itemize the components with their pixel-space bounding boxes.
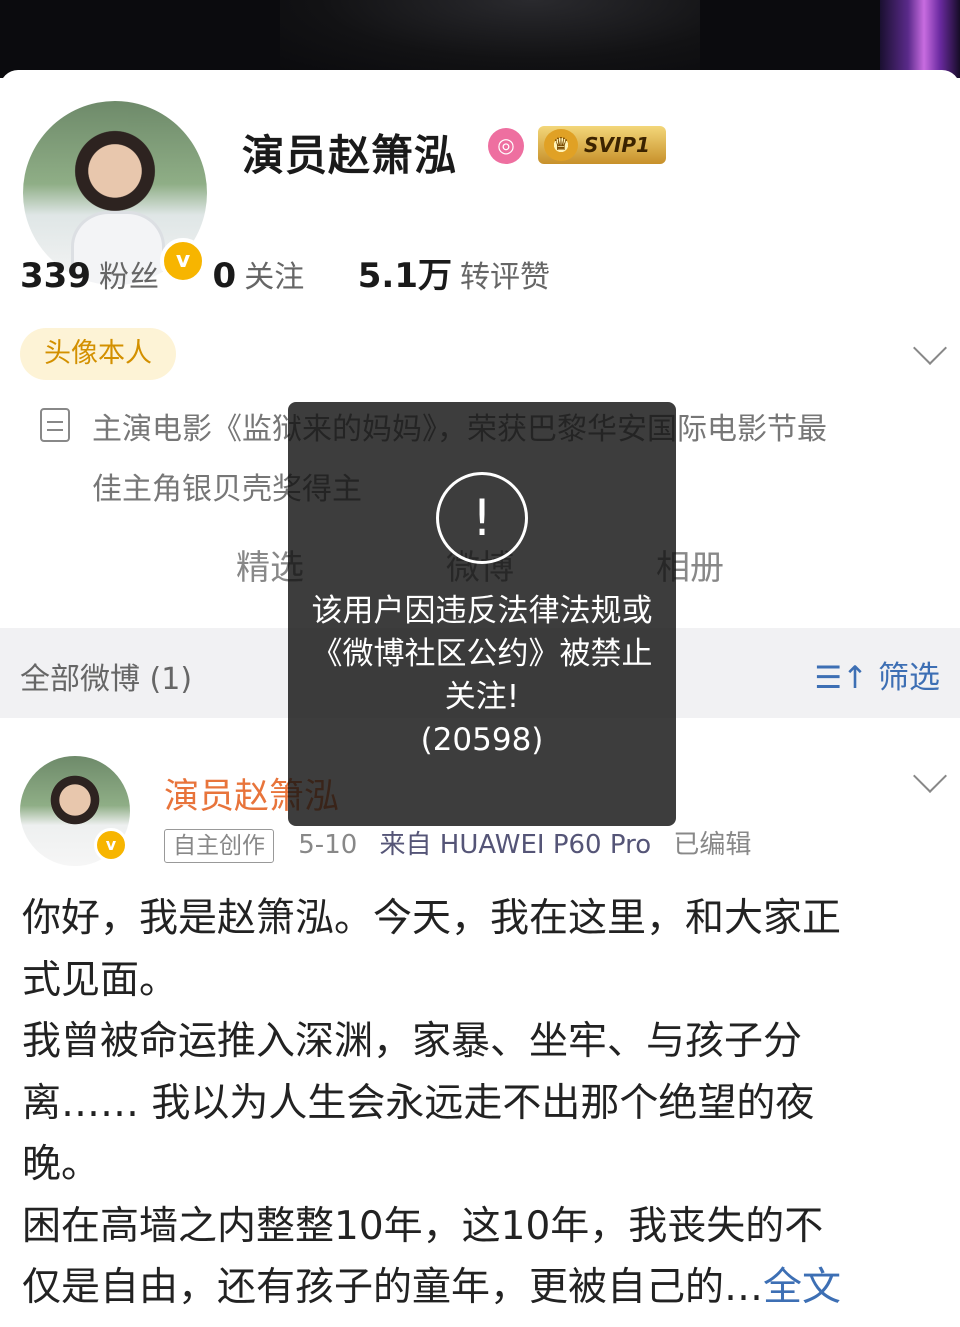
svip-badge[interactable]: ♛ SVIP1 [538, 126, 666, 164]
filter-sort-icon: ☰↑ [814, 660, 869, 696]
stat-engagement[interactable]: 5.1万 转评赞 [358, 248, 550, 297]
stat-label: 转评赞 [459, 260, 550, 295]
stat-label: 关注 [244, 260, 305, 295]
read-more-link[interactable]: 全文 [763, 1265, 841, 1310]
post-line: 离…… 我以为人生会永远走不出那个绝望的夜 [22, 1080, 815, 1126]
filter-button[interactable]: ☰↑ 筛选 [814, 652, 940, 697]
exclamation-circle-icon: ! [436, 472, 528, 564]
cover-stage-light [880, 0, 960, 78]
profile-stats: 339 粉丝 0 关注 5.1万 转评赞 [20, 248, 594, 297]
document-icon [40, 408, 70, 442]
profile-tag[interactable]: 头像本人 [20, 328, 176, 380]
stat-following[interactable]: 0 关注 [213, 252, 305, 296]
lens-icon[interactable]: ◎ [488, 128, 524, 164]
chevron-down-icon[interactable] [913, 759, 947, 793]
profile-cover-image [0, 0, 960, 78]
blocked-toast: ! 该用户因违反法律法规或《微博社区公约》被禁止关注! (20598) [288, 402, 676, 826]
post-date: 5-10 [298, 830, 358, 860]
stat-value: 5.1万 [357, 256, 452, 296]
toast-text: 该用户因违反法律法规或《微博社区公约》被禁止关注! (20598) [308, 590, 656, 762]
chevron-down-icon[interactable] [913, 331, 947, 365]
original-badge: 自主创作 [164, 829, 274, 863]
post-line: 式见面。 [22, 957, 179, 1003]
post-line: 晚。 [22, 1142, 101, 1187]
post-line: 仅是自由，还有孩子的童年，更被自己的… [22, 1265, 764, 1310]
post-content[interactable]: 你好，我是赵箫泓。今天，我在这里，和大家正 式见面。 我曾被命运推入深渊，家暴、… [22, 888, 938, 1319]
crown-icon: ♛ [544, 129, 578, 161]
filter-label: 筛选 [878, 660, 940, 696]
stat-label: 粉丝 [98, 260, 159, 295]
svip-label: SVIP1 [584, 133, 650, 157]
post-source: 来自 HUAWEI P60 Pro [379, 830, 652, 860]
cover-shape [280, 0, 700, 70]
post-line: 困在高墙之内整整10年，这10年，我丧失的不 [22, 1203, 824, 1249]
profile-name: 演员赵箫泓 [242, 131, 458, 180]
verified-v-icon: v [94, 828, 128, 862]
post-line: 我曾被命运推入深渊，家暴、坐牢、与孩子分 [22, 1019, 803, 1064]
post-meta: 自主创作 5-10 来自 HUAWEI P60 Pro 已编辑 [164, 824, 765, 863]
stat-value: 339 [20, 256, 91, 296]
post-line-last: 仅是自由，还有孩子的童年，更被自己的…全文 [22, 1257, 938, 1319]
stat-fans[interactable]: 339 粉丝 [20, 252, 159, 296]
all-posts-count[interactable]: 全部微博 (1) [20, 654, 192, 698]
toast-message: 该用户因违反法律法规或《微博社区公约》被禁止关注! [311, 593, 653, 715]
post-edited: 已编辑 [673, 830, 752, 860]
stat-value: 0 [212, 256, 237, 296]
toast-code: (20598) [420, 722, 544, 758]
post-line: 你好，我是赵箫泓。今天，我在这里，和大家正 [22, 896, 842, 941]
